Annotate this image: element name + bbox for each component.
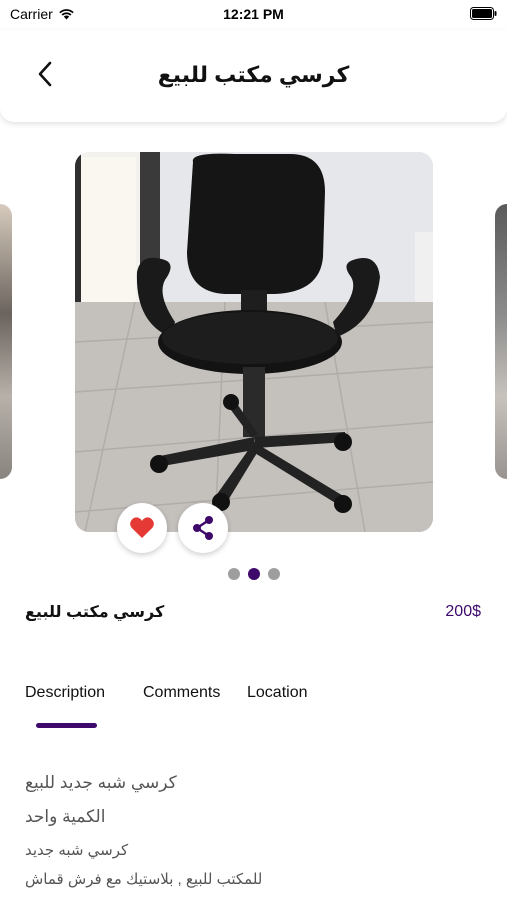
tab-location[interactable]: Location	[247, 684, 308, 702]
status-bar: Carrier 12:21 PM	[0, 0, 507, 30]
product-title: كرسي مكتب للبيع	[25, 604, 165, 621]
description-line: للمكتب للبيع , بلاستيك مع فرش قماش	[25, 871, 263, 888]
heart-icon	[130, 517, 154, 538]
favorite-button[interactable]	[117, 503, 167, 553]
tab-description[interactable]: Description	[25, 684, 105, 702]
carousel-pagination	[0, 568, 507, 580]
clock: 12:21 PM	[223, 6, 284, 22]
description-line: كرسي شبه جديد	[25, 842, 129, 859]
product-photo[interactable]	[75, 152, 433, 532]
battery-icon	[470, 7, 497, 20]
description-line: الكمية واحد	[25, 807, 106, 826]
image-carousel[interactable]	[0, 152, 507, 532]
share-icon	[193, 516, 213, 540]
app-header: كرسي مكتب للبيع	[0, 30, 507, 122]
previous-image-preview[interactable]	[0, 204, 12, 479]
active-tab-indicator	[36, 723, 97, 728]
office-chair-image	[75, 152, 433, 532]
share-button[interactable]	[178, 503, 228, 553]
next-image-preview[interactable]	[495, 204, 507, 479]
pagination-dot[interactable]	[227, 568, 240, 580]
description-line: كرسي شبه جديد للبيع	[25, 773, 177, 792]
product-price: 200$	[445, 603, 481, 620]
tab-comments[interactable]: Comments	[143, 684, 220, 702]
pagination-dot-active[interactable]	[247, 568, 260, 580]
page-title: كرسي مكتب للبيع	[157, 62, 350, 87]
pagination-dot[interactable]	[267, 568, 280, 580]
